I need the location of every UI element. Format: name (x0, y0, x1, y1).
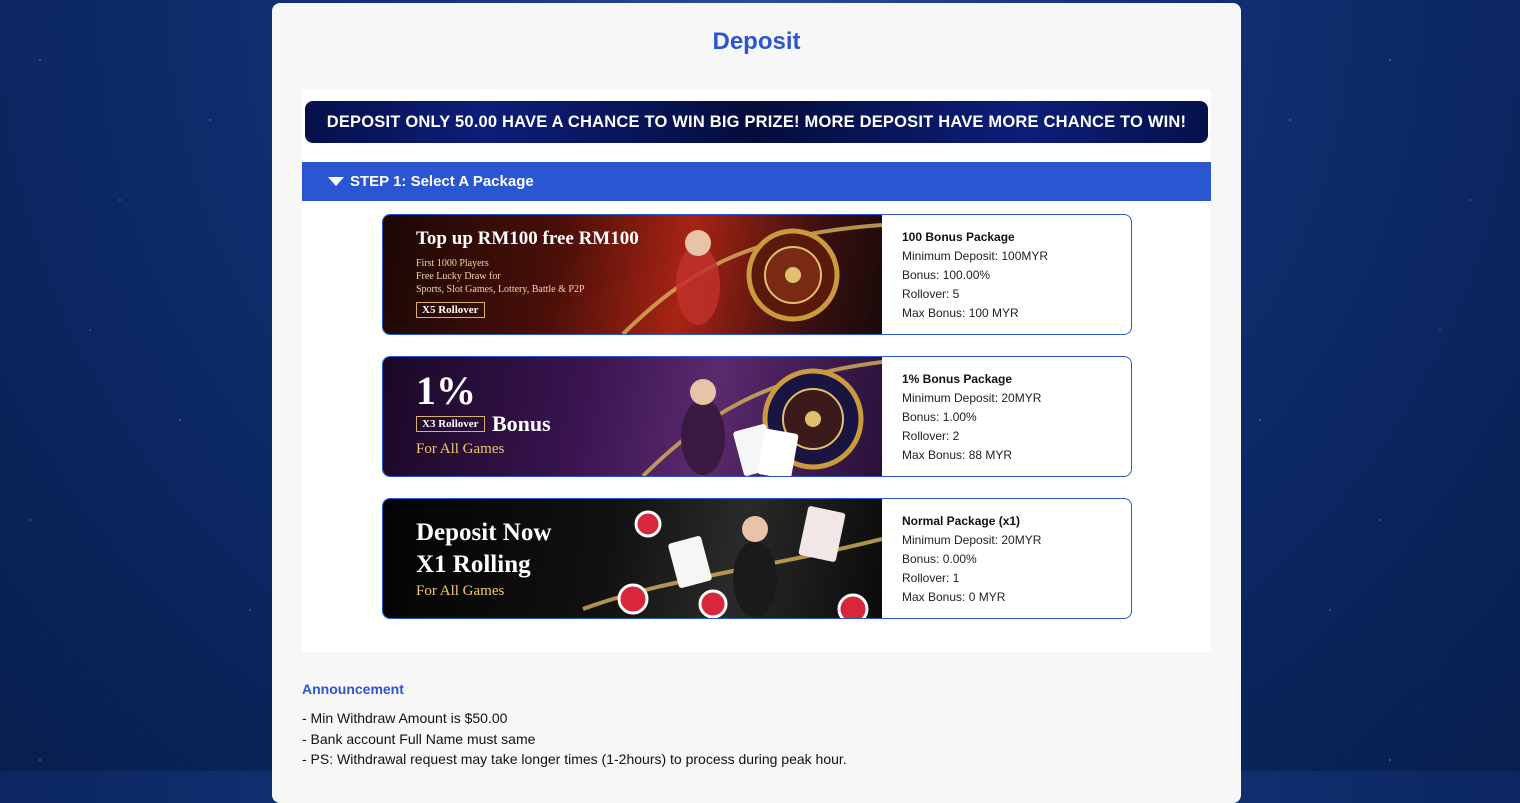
package-name: 1% Bonus Package (902, 372, 1013, 386)
package-max-bonus: Max Bonus: 100 MYR (902, 306, 1019, 320)
package-max-bonus: Max Bonus: 0 MYR (902, 590, 1006, 604)
package-banner-image: Deposit Now X1 Rolling For All Games (383, 499, 882, 618)
package-bonus: Bonus: 1.00% (902, 410, 977, 424)
banner-title-line2: X1 Rolling (416, 551, 531, 578)
banner-title-line1: Deposit Now (416, 519, 552, 546)
package-bonus: Bonus: 100.00% (902, 268, 991, 282)
package-info: 100 Bonus Package Minimum Deposit: 100MY… (902, 228, 1048, 323)
package-banner-image: Top up RM100 free RM100 First 1000 Playe… (383, 215, 882, 334)
step1-label: STEP 1: Select A Package (350, 173, 534, 190)
package-rollover: Rollover: 5 (902, 287, 960, 301)
package-banner-image: 1% X3 Rollover Bonus For All Games (383, 357, 882, 476)
banner-line: Free Lucky Draw for (416, 271, 501, 282)
banner-big-text: 1% (416, 368, 476, 413)
package-bonus: Bonus: 0.00% (902, 552, 977, 566)
package-name: Normal Package (x1) (902, 514, 1021, 528)
announcement-title: Announcement (302, 681, 404, 697)
package-info: Normal Package (x1) Minimum Deposit: 20M… (902, 512, 1041, 607)
rollover-badge: X5 Rollover (416, 302, 485, 318)
package-rollover: Rollover: 2 (902, 429, 960, 443)
package-info: 1% Bonus Package Minimum Deposit: 20MYR … (902, 370, 1041, 465)
promo-banner: DEPOSIT ONLY 50.00 HAVE A CHANCE TO WIN … (305, 101, 1208, 143)
package-max-bonus: Max Bonus: 88 MYR (902, 448, 1013, 462)
package-card-100-bonus[interactable]: Top up RM100 free RM100 First 1000 Playe… (382, 214, 1132, 335)
package-rollover: Rollover: 1 (902, 571, 960, 585)
banner-line: Sports, Slot Games, Lottery, Battle & P2… (416, 284, 585, 295)
announcement-list: - Min Withdraw Amount is $50.00 - Bank a… (302, 708, 847, 770)
banner-subtitle: For All Games (416, 441, 505, 457)
caret-down-icon (328, 177, 344, 186)
announcement-line: - PS: Withdrawal request may take longer… (302, 751, 847, 767)
announcement-line: - Min Withdraw Amount is $50.00 (302, 710, 508, 726)
package-min-deposit: Minimum Deposit: 20MYR (902, 533, 1042, 547)
banner-bonus-word: Bonus (492, 411, 551, 436)
banner-title: Top up RM100 free RM100 (416, 228, 639, 249)
banner-line: First 1000 Players (416, 258, 489, 269)
deposit-panel: Deposit DEPOSIT ONLY 50.00 HAVE A CHANCE… (272, 3, 1241, 803)
package-card-1-percent-bonus[interactable]: 1% X3 Rollover Bonus For All Games 1% Bo… (382, 356, 1132, 477)
rollover-badge: X3 Rollover (416, 416, 485, 432)
promo-banner-text: DEPOSIT ONLY 50.00 HAVE A CHANCE TO WIN … (326, 112, 1187, 131)
announcement-line: - Bank account Full Name must same (302, 730, 536, 747)
package-name: 100 Bonus Package (902, 230, 1015, 244)
package-min-deposit: Minimum Deposit: 100MYR (902, 249, 1049, 263)
step1-header[interactable]: STEP 1: Select A Package (302, 162, 1211, 201)
package-section: DEPOSIT ONLY 50.00 HAVE A CHANCE TO WIN … (302, 90, 1211, 652)
package-min-deposit: Minimum Deposit: 20MYR (902, 391, 1042, 405)
package-card-normal[interactable]: Deposit Now X1 Rolling For All Games Nor… (382, 498, 1132, 619)
banner-lines: First 1000 Players Free Lucky Draw for S… (416, 257, 585, 296)
banner-subtitle: For All Games (416, 583, 505, 599)
page-title: Deposit (712, 28, 801, 55)
